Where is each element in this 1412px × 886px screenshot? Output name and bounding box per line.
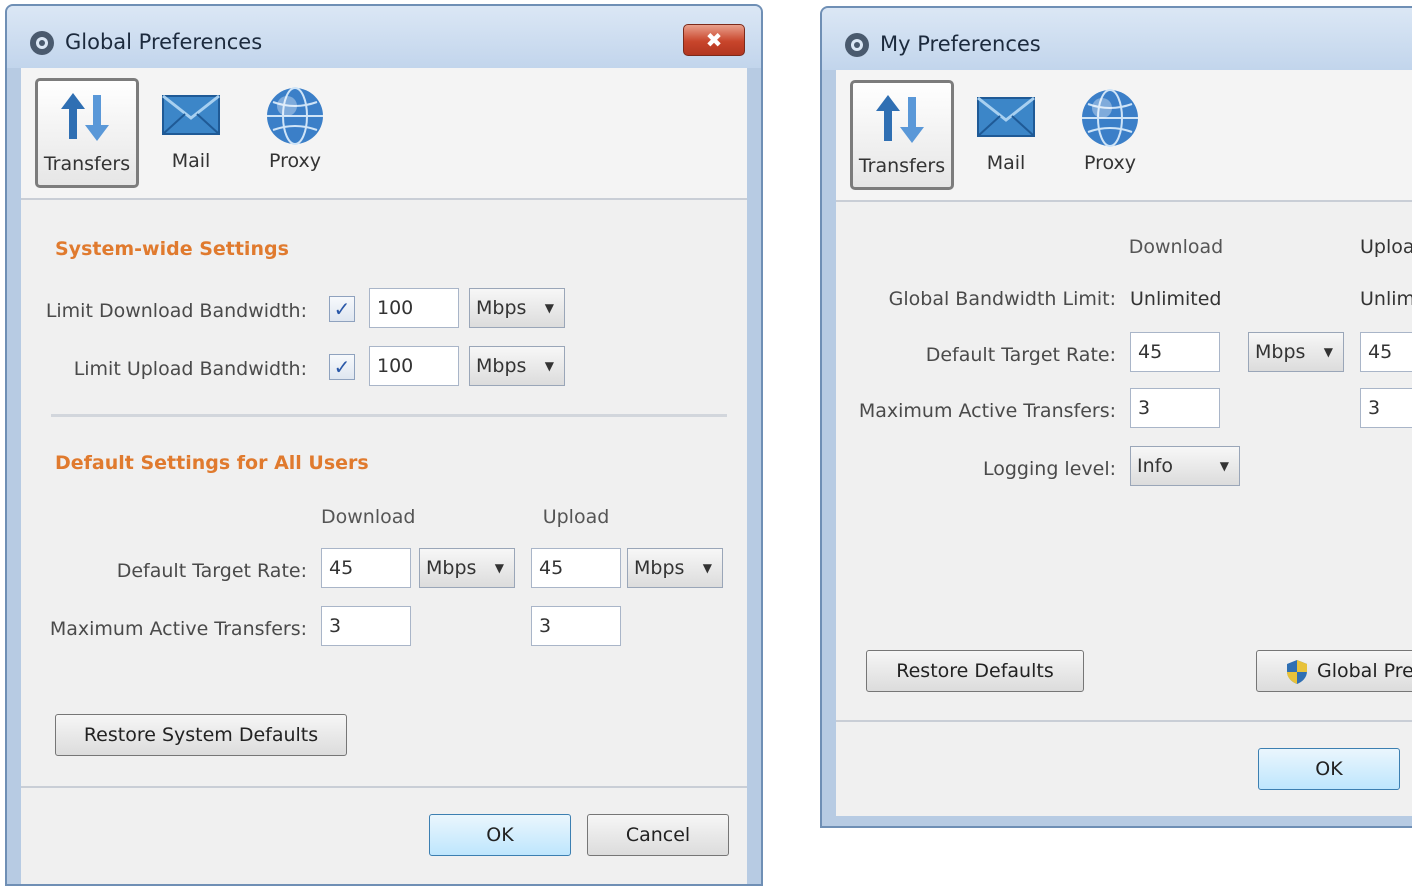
download-target-rate-input[interactable]: 45: [1130, 332, 1220, 372]
limit-download-unit-value: Mbps: [476, 297, 527, 319]
window-client-area: Transfers Mail Proxy: [21, 68, 747, 884]
globe-icon: [267, 87, 323, 145]
logging-level-label: Logging level:: [983, 458, 1116, 480]
global-preferences-button-label: Global Pre: [1317, 660, 1412, 682]
chevron-down-icon: ▼: [544, 301, 554, 315]
upload-target-rate-input[interactable]: 45: [1360, 332, 1412, 372]
global-limit-upload-value: Unlimi: [1360, 288, 1412, 310]
tab-mail[interactable]: Mail: [139, 78, 243, 188]
restore-system-defaults-button[interactable]: Restore System Defaults: [55, 714, 347, 756]
download-max-transfers-input[interactable]: 3: [1130, 388, 1220, 428]
globe-icon: [1082, 89, 1138, 147]
chevron-down-icon: ▼: [1219, 459, 1229, 473]
section-divider: [51, 414, 727, 417]
target-rate-label: Default Target Rate:: [925, 344, 1116, 366]
cancel-button[interactable]: Cancel: [587, 814, 729, 856]
global-preferences-button[interactable]: Global Pre: [1256, 650, 1412, 692]
download-rate-unit-select[interactable]: Mbps ▼: [1248, 332, 1344, 372]
download-column-header: Download: [321, 506, 416, 528]
limit-upload-unit-value: Mbps: [476, 355, 527, 377]
preferences-toolbar: Transfers Mail Proxy: [836, 70, 1412, 202]
app-logo-icon: [845, 33, 869, 57]
title-bar[interactable]: Global Preferences ✖: [7, 6, 761, 68]
uac-shield-icon: [1287, 659, 1307, 684]
restore-defaults-button[interactable]: Restore Defaults: [866, 650, 1084, 692]
tab-proxy-label: Proxy: [268, 150, 322, 172]
global-limit-download-value: Unlimited: [1130, 288, 1222, 310]
download-rate-unit-value: Mbps: [1255, 341, 1306, 363]
default-settings-heading: Default Settings for All Users: [55, 452, 369, 474]
limit-upload-input[interactable]: 100: [369, 346, 459, 386]
tab-transfers-label: Transfers: [858, 155, 946, 177]
transfers-arrows-icon: [61, 93, 109, 141]
tab-mail-label: Mail: [986, 152, 1026, 174]
app-logo-icon: [30, 31, 54, 55]
button-bar-divider: [21, 786, 747, 788]
button-bar-divider: [836, 720, 1412, 722]
system-wide-settings-heading: System-wide Settings: [55, 238, 289, 260]
max-transfers-label: Maximum Active Transfers:: [49, 618, 307, 640]
tab-proxy[interactable]: Proxy: [1058, 80, 1162, 190]
tab-proxy[interactable]: Proxy: [243, 78, 347, 188]
download-rate-unit-value: Mbps: [426, 557, 477, 579]
limit-download-label: Limit Download Bandwidth:: [45, 300, 307, 322]
upload-rate-unit-value: Mbps: [634, 557, 685, 579]
chevron-down-icon: ▼: [494, 561, 504, 575]
download-target-rate-input[interactable]: 45: [321, 548, 411, 588]
window-title: Global Preferences: [65, 30, 263, 54]
tab-proxy-label: Proxy: [1083, 152, 1137, 174]
window-title: My Preferences: [880, 32, 1041, 56]
envelope-icon: [162, 94, 220, 135]
tab-transfers-label: Transfers: [43, 153, 131, 175]
limit-upload-checkbox[interactable]: ✓: [329, 354, 355, 380]
tab-transfers[interactable]: Transfers: [850, 80, 954, 190]
limit-download-unit-select[interactable]: Mbps ▼: [469, 288, 565, 328]
envelope-icon: [977, 96, 1035, 137]
tab-mail-label: Mail: [171, 150, 211, 172]
my-preferences-window: My Preferences Transfers Mail Proxy Down…: [820, 6, 1412, 828]
preferences-toolbar: Transfers Mail Proxy: [21, 68, 747, 200]
window-client-area: Transfers Mail Proxy: [836, 70, 1412, 816]
limit-upload-label: Limit Upload Bandwidth:: [73, 358, 307, 380]
chevron-down-icon: ▼: [544, 359, 554, 373]
limit-download-input[interactable]: 100: [369, 288, 459, 328]
logging-level-value: Info: [1137, 455, 1173, 477]
chevron-down-icon: ▼: [1323, 345, 1333, 359]
upload-rate-unit-select[interactable]: Mbps ▼: [627, 548, 723, 588]
global-bandwidth-limit-label: Global Bandwidth Limit:: [888, 288, 1116, 310]
limit-download-checkbox[interactable]: ✓: [329, 296, 355, 322]
global-preferences-window: Global Preferences ✖ Transfers Mail Prox…: [5, 4, 763, 886]
ok-button[interactable]: OK: [1258, 748, 1400, 790]
download-max-transfers-input[interactable]: 3: [321, 606, 411, 646]
download-rate-unit-select[interactable]: Mbps ▼: [419, 548, 515, 588]
upload-column-header: Upload: [542, 506, 610, 528]
max-transfers-label: Maximum Active Transfers:: [858, 400, 1116, 422]
upload-max-transfers-input[interactable]: 3: [1360, 388, 1412, 428]
tab-transfers[interactable]: Transfers: [35, 78, 139, 188]
tab-mail[interactable]: Mail: [954, 80, 1058, 190]
target-rate-label: Default Target Rate:: [116, 560, 307, 582]
close-button[interactable]: ✖: [683, 24, 745, 56]
title-bar[interactable]: My Preferences: [822, 8, 1412, 70]
upload-max-transfers-input[interactable]: 3: [531, 606, 621, 646]
download-column-header: Download: [1128, 236, 1224, 258]
upload-target-rate-input[interactable]: 45: [531, 548, 621, 588]
chevron-down-icon: ▼: [702, 561, 712, 575]
limit-upload-unit-select[interactable]: Mbps ▼: [469, 346, 565, 386]
ok-button[interactable]: OK: [429, 814, 571, 856]
logging-level-select[interactable]: Info ▼: [1130, 446, 1240, 486]
transfers-arrows-icon: [876, 95, 924, 143]
upload-column-header: Uploa: [1360, 236, 1412, 258]
